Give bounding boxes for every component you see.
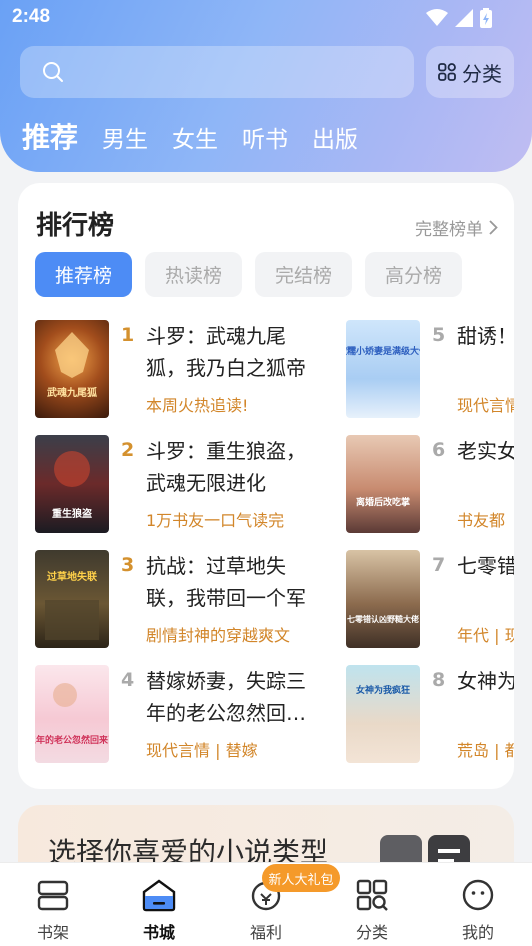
category-grid-icon <box>356 879 388 911</box>
nav-label: 福利 <box>249 923 282 942</box>
book-cover: 软糯小娇妻是满级大佬 <box>346 320 420 418</box>
book-title: 替嫁娇妻，失踪三年的老公忽然回… <box>146 669 306 725</box>
book-cover: 武魂九尾狐 <box>35 320 109 418</box>
book-cover: 过草地失联 <box>35 550 109 648</box>
book-tag: 剧情封神的穿越爽文 <box>146 626 291 645</box>
cover-text: 女神为我疯狂 <box>356 684 410 696</box>
bookshelf-icon <box>37 880 69 911</box>
book-title: 女神为王 <box>457 669 514 693</box>
tab-female[interactable]: 女生 <box>172 120 218 154</box>
book-item[interactable]: 离婚后改吃掌 6 老实女改吃掌 书友都 <box>346 435 514 533</box>
book-cover: 重生狼盗 <box>35 435 109 533</box>
rank-number: 3 <box>121 554 135 576</box>
cover-text: 武魂九尾狐 <box>47 386 97 399</box>
nav-label: 书架 <box>36 923 69 942</box>
subtab-completed[interactable]: 完结榜 <box>255 252 352 297</box>
cover-text: 过草地失联 <box>47 570 97 583</box>
top-tabs: 推荐 男生 女生 听书 出版 <box>22 116 382 156</box>
status-icons <box>426 8 492 28</box>
cover-text: 重生狼盗 <box>52 507 92 520</box>
book-cover: 七零错认凶野糙大佬 <box>346 550 420 648</box>
book-item[interactable]: 武魂九尾狐 1 斗罗：武魂九尾狐，我乃白之狐帝 本周火热追读! <box>35 320 335 418</box>
cover-text: 七零错认凶野糙大佬 <box>347 614 419 624</box>
book-title: 七零错佬，南 <box>457 554 514 578</box>
subtab-recommend[interactable]: 推荐榜 <box>35 252 132 297</box>
book-title: 斗罗：武魂九尾狐，我乃白之狐帝 <box>146 324 306 380</box>
nav-label: 分类 <box>355 923 388 942</box>
book-tag: 荒岛 | 都 <box>457 741 514 760</box>
book-item[interactable]: 重生狼盗 2 斗罗：重生狼盗，武魂无限进化 1万书友一口气读完 <box>35 435 335 533</box>
subtab-hot-reading[interactable]: 热读榜 <box>145 252 242 297</box>
book-item[interactable]: 三年的老公忽然回来了 4 替嫁娇妻，失踪三年的老公忽然回… 现代言情 | 替嫁 <box>35 665 335 763</box>
search-icon <box>43 62 63 82</box>
bookstore-icon <box>142 879 176 912</box>
cover-text: 离婚后改吃掌 <box>356 496 410 508</box>
nav-profile[interactable]: 我的 <box>443 877 513 943</box>
cover-text: 三年的老公忽然回来了 <box>35 734 109 746</box>
book-cover: 三年的老公忽然回来了 <box>35 665 109 763</box>
book-title: 抗战：过草地失联，我带回一个军 <box>146 554 306 610</box>
book-item[interactable]: 七零错认凶野糙大佬 7 七零错佬，南 年代 | 现 <box>346 550 514 648</box>
profile-icon <box>462 879 494 911</box>
rank-number: 7 <box>432 554 446 576</box>
tab-male[interactable]: 男生 <box>102 120 148 154</box>
rank-number: 1 <box>121 324 135 346</box>
full-ranking-link[interactable]: 完整榜单 <box>415 215 498 240</box>
book-item[interactable]: 软糯小娇妻是满级大佬 5 甜诱！小娇妻 现代言情 <box>346 320 514 418</box>
book-title: 斗罗：重生狼盗，武魂无限进化 <box>146 439 306 495</box>
book-cover: 离婚后改吃掌 <box>346 435 420 533</box>
book-tag: 书友都 <box>457 511 506 530</box>
battery-icon <box>480 8 492 28</box>
nav-bookstore[interactable]: 书城 <box>124 877 194 943</box>
rank-number: 2 <box>121 439 135 461</box>
ranking-subtabs: 推荐榜 热读榜 完结榜 高分榜 <box>35 252 462 297</box>
nav-label: 我的 <box>461 923 494 942</box>
book-cover: 女神为我疯狂 <box>346 665 420 763</box>
category-grid-icon <box>438 63 456 81</box>
subtab-high-score[interactable]: 高分榜 <box>365 252 462 297</box>
ranking-title: 排行榜 <box>36 211 115 241</box>
category-button[interactable]: 分类 <box>426 46 514 98</box>
cover-text: 软糯小娇妻是满级大佬 <box>346 345 420 357</box>
tab-recommend[interactable]: 推荐 <box>22 116 78 156</box>
tab-publishing[interactable]: 出版 <box>312 120 358 154</box>
full-ranking-label: 完整榜单 <box>415 220 483 240</box>
book-tag: 1万书友一口气读完 <box>146 511 285 530</box>
cellular-signal-icon <box>455 9 473 27</box>
rank-number: 8 <box>432 669 446 691</box>
book-tag: 本周火热追读! <box>146 396 249 415</box>
rank-number: 5 <box>432 324 446 346</box>
category-button-label: 分类 <box>462 61 502 86</box>
nav-label: 书城 <box>142 923 175 942</box>
book-tag: 现代言情 | 替嫁 <box>146 741 258 760</box>
status-time: 2:48 <box>12 6 51 27</box>
nav-category[interactable]: 分类 <box>337 877 407 943</box>
book-title: 甜诱！小娇妻 <box>457 324 514 348</box>
ranking-card: 排行榜 完整榜单 推荐榜 热读榜 完结榜 高分榜 武魂九尾狐 1 斗罗：武魂九尾… <box>18 183 514 789</box>
nav-bookshelf[interactable]: 书架 <box>18 877 88 943</box>
wifi-icon <box>426 9 448 26</box>
book-tag: 年代 | 现 <box>457 626 514 645</box>
book-title: 老实女改吃掌 <box>457 439 514 463</box>
book-item[interactable]: 过草地失联 3 抗战：过草地失联，我带回一个军 剧情封神的穿越爽文 <box>35 550 335 648</box>
chevron-right-icon <box>489 220 498 235</box>
book-item[interactable]: 女神为我疯狂 8 女神为王 荒岛 | 都 <box>346 665 514 763</box>
rank-number: 6 <box>432 439 446 461</box>
book-tag: 现代言情 <box>457 396 514 415</box>
tab-audiobook[interactable]: 听书 <box>242 120 288 154</box>
status-bar: 2:48 <box>0 0 532 36</box>
rank-number: 4 <box>121 669 135 691</box>
search-input[interactable] <box>20 46 414 98</box>
new-user-gift-badge[interactable]: 新人大礼包 <box>262 864 340 892</box>
